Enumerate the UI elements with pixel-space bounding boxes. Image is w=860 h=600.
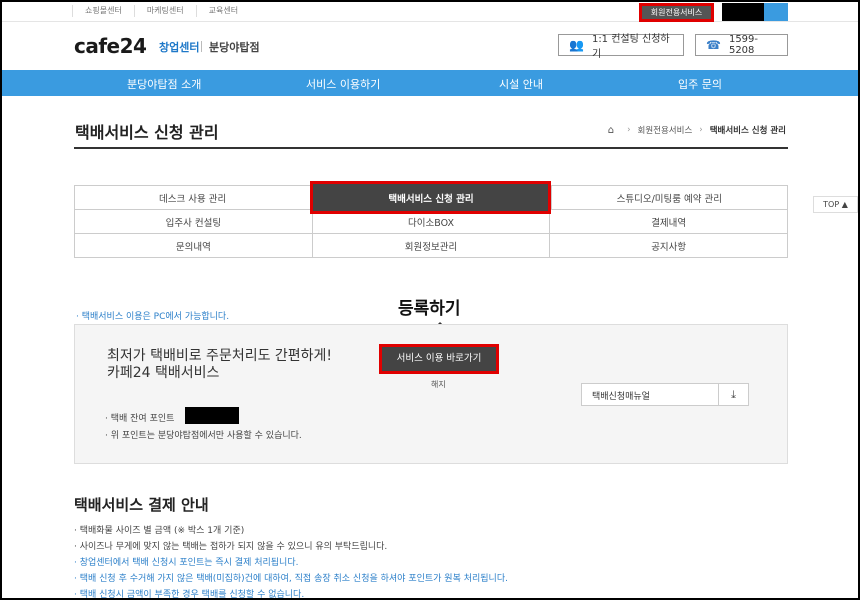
menu-consulting[interactable]: 입주사 컨설팅	[74, 210, 312, 233]
breadcrumb-separator: ›	[627, 125, 631, 135]
top-link-shopping[interactable]: 쇼핑몰센터	[72, 5, 134, 17]
member-service-button[interactable]: 회원전용서비스	[639, 3, 714, 22]
top-link-education[interactable]: 교육센터	[195, 5, 250, 17]
scroll-top-button[interactable]: TOP ▲	[813, 196, 858, 213]
service-subheadline: 카페24 택배서비스	[107, 365, 220, 381]
title-divider	[74, 147, 788, 149]
pc-only-note: · 택배서비스 이용은 PC에서 가능합니다.	[76, 312, 230, 322]
logo-divider	[201, 41, 202, 52]
logo-sub-title: 창업센터	[159, 41, 200, 54]
list-item: · 택배 신청시 금액이 부족한 경우 택배를 신청할 수 없습니다.	[74, 590, 305, 600]
top-utility-bar: 쇼핑몰센터 마케팅센터 교육센터 회원전용서비스	[2, 2, 858, 22]
breadcrumb: ⌂ › 회원전용서비스 › 택배서비스 신청 관리	[608, 124, 786, 137]
phone-button[interactable]: ☎ 1599-5208	[695, 34, 788, 56]
menu-inquiries[interactable]: 문의내역	[74, 234, 312, 257]
menu-row: 입주사 컨설팅 다이소BOX 결제내역	[74, 210, 789, 234]
phone-icon: ☎	[706, 38, 721, 52]
breadcrumb-item[interactable]: 회원전용서비스	[638, 124, 693, 136]
menu-parcel-service-active[interactable]: 택배서비스 신청 관리	[310, 181, 551, 214]
nav-item-facilities[interactable]: 시설 안내	[499, 76, 543, 92]
breadcrumb-separator: ›	[699, 125, 703, 135]
consult-button[interactable]: 👥 1:1 컨설팅 신청하기	[558, 34, 684, 60]
annotation-register: 등록하기	[398, 299, 461, 319]
nav-item-about[interactable]: 분당야탑점 소개	[127, 76, 201, 92]
consult-label: 1:1 컨설팅 신청하기	[591, 34, 670, 60]
manual-download[interactable]: 택배신청매뉴얼 ⤓	[581, 383, 749, 406]
nav-item-services[interactable]: 서비스 이용하기	[306, 76, 380, 92]
home-icon[interactable]: ⌂	[608, 125, 614, 136]
redacted-points	[185, 407, 239, 424]
header: cafe24 창업센터 분당야탑점 👥 1:1 컨설팅 신청하기 ☎ 1599-…	[2, 22, 858, 70]
users-icon: 👥	[569, 38, 584, 52]
payment-info-list: · 택배화물 사이즈 별 금액 (※ 박스 1개 기준) · 사이즈나 무게에 …	[74, 523, 508, 600]
list-item: · 창업센터에서 택배 신청시 포인트는 즉시 결제 처리됩니다.	[74, 558, 299, 568]
redacted-block	[722, 3, 764, 21]
list-item: · 택배화물 사이즈 별 금액 (※ 박스 1개 기준)	[74, 526, 245, 536]
service-menu-grid: 데스크 사용 관리 택배서비스 신청 관리 스튜디오/미팅룸 예약 관리 입주사…	[74, 181, 789, 258]
branch-name: 분당야탑점	[209, 41, 260, 54]
phone-label: 1599-5208	[728, 34, 759, 56]
points-note: · 위 포인트는 분당야탑점에서만 사용할 수 있습니다.	[105, 431, 302, 441]
list-item: · 택배 신청 후 수거해 가지 않은 택배(미집하)건에 대하여, 직접 송장…	[74, 574, 508, 584]
nav-item-inquiry[interactable]: 입주 문의	[678, 76, 722, 92]
menu-daiso-box[interactable]: 다이소BOX	[311, 210, 550, 233]
main-nav: 분당야탑점 소개 서비스 이용하기 시설 안내 입주 문의	[2, 70, 858, 96]
menu-row: 데스크 사용 관리 택배서비스 신청 관리 스튜디오/미팅룸 예약 관리	[74, 181, 788, 214]
menu-studio-booking[interactable]: 스튜디오/미팅룸 예약 관리	[550, 186, 788, 209]
top-blue-button[interactable]	[764, 3, 788, 21]
menu-notices[interactable]: 공지사항	[549, 234, 789, 257]
menu-payment-history[interactable]: 결제내역	[549, 210, 789, 233]
menu-desk-usage[interactable]: 데스크 사용 관리	[74, 186, 310, 209]
menu-row: 문의내역 회원정보관리 공지사항	[74, 234, 789, 258]
payment-section-title: 택배서비스 결제 안내	[74, 496, 209, 514]
top-links: 쇼핑몰센터 마케팅센터 교육센터	[72, 5, 250, 17]
manual-label: 택배신청매뉴얼	[592, 392, 650, 402]
menu-member-info[interactable]: 회원정보관리	[311, 234, 550, 257]
download-icon[interactable]: ⤓	[718, 384, 748, 405]
parcel-service-box: 최저가 택배비로 주문처리도 간편하게! 카페24 택배서비스 서비스 이용 바…	[74, 324, 788, 464]
list-item: · 사이즈나 무게에 맞지 않는 택배는 접하가 되지 않을 수 있으니 유의 …	[74, 542, 388, 552]
breadcrumb-current: 택배서비스 신청 관리	[709, 126, 786, 136]
cafe24-logo[interactable]: cafe24	[74, 34, 147, 58]
top-link-marketing[interactable]: 마케팅센터	[133, 5, 196, 17]
points-label: · 택배 잔여 포인트	[105, 414, 175, 424]
go-to-service-button[interactable]: 서비스 이용 바로가기	[379, 344, 499, 374]
page-title: 택배서비스 신청 관리	[75, 123, 219, 142]
cancel-service-link[interactable]: 해지	[431, 379, 446, 390]
